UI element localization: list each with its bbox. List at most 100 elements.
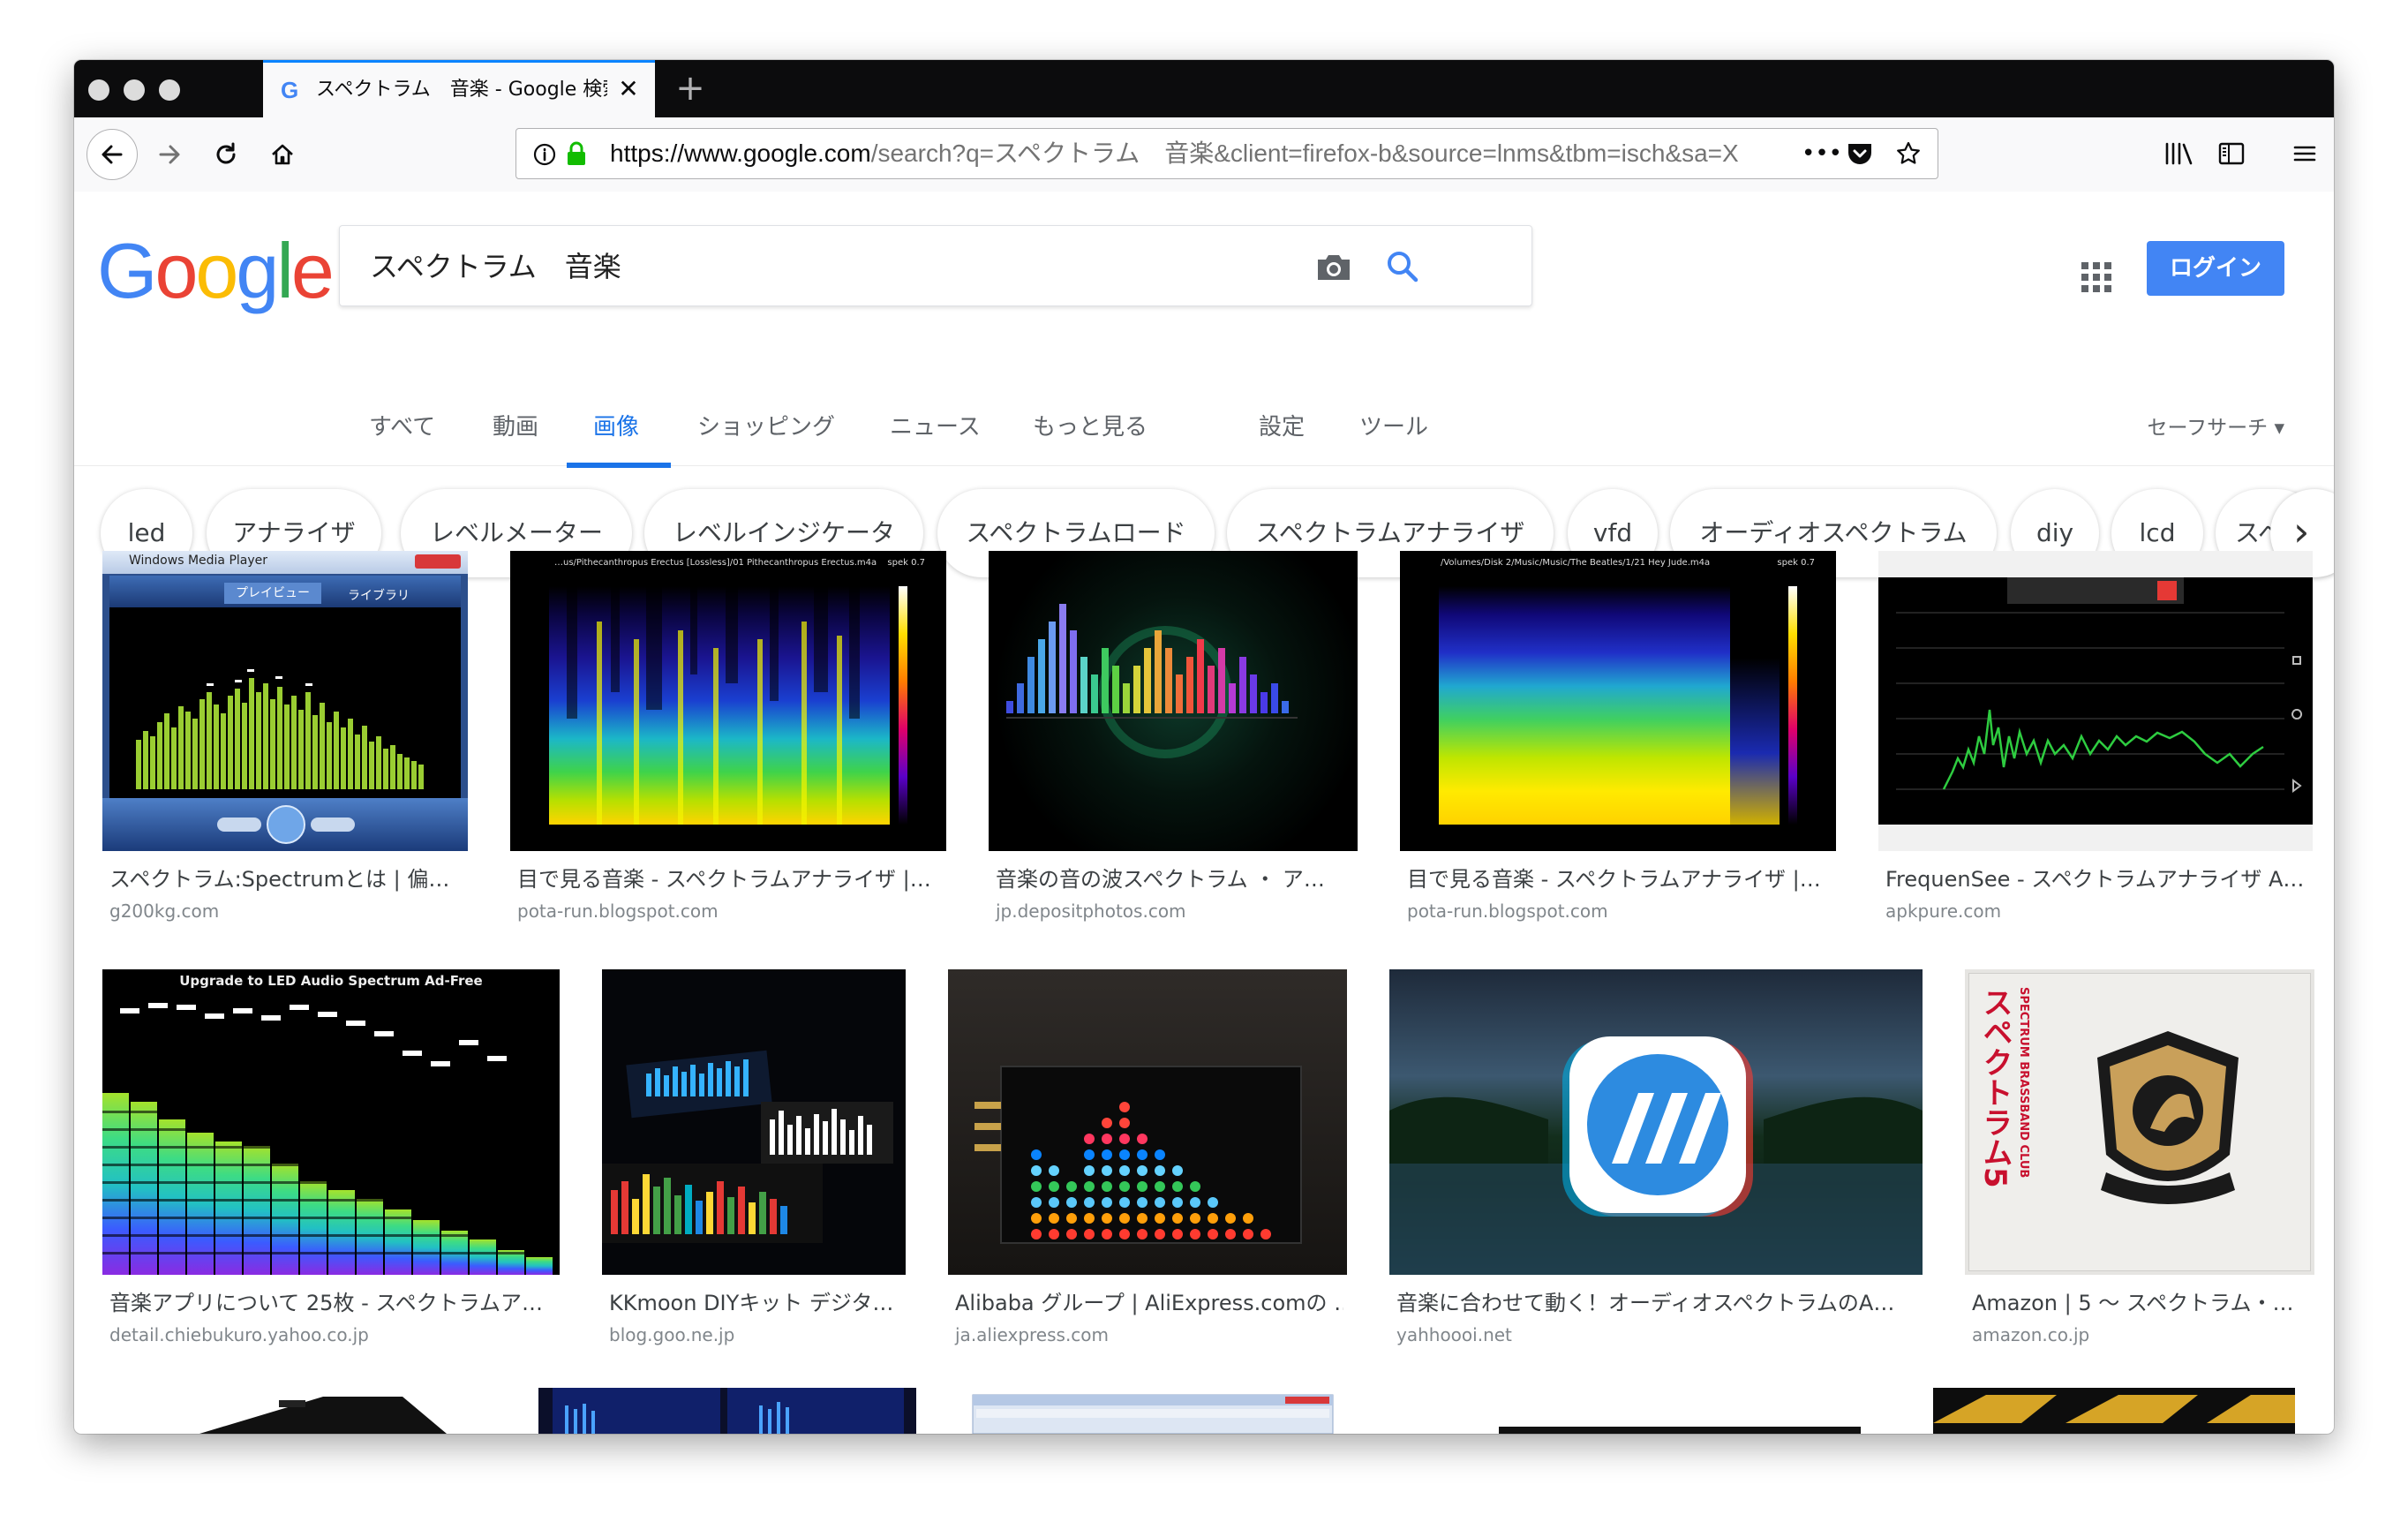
close-window-button[interactable] xyxy=(88,79,109,101)
search-icon[interactable] xyxy=(1385,249,1420,284)
image-result[interactable] xyxy=(538,1388,916,1434)
tab-all[interactable]: すべて xyxy=(369,412,435,442)
result-site[interactable]: jp.depositphotos.com xyxy=(996,899,1186,923)
image-result[interactable]: …us/Pithecanthropus Erectus [Lossless]/0… xyxy=(510,551,946,939)
result-site[interactable]: yahhoooi.net xyxy=(1396,1322,1512,1347)
result-thumbnail[interactable] xyxy=(1485,1388,1875,1434)
result-thumbnail[interactable] xyxy=(102,1388,496,1434)
result-title[interactable]: 音楽に合わせて動く！オーディオスペクトラムのA… xyxy=(1396,1289,1917,1317)
result-title[interactable]: Alibaba グループ | AliExpress.comの … xyxy=(955,1289,1343,1317)
wmp-title: Windows Media Player xyxy=(129,554,268,568)
minimize-window-button[interactable] xyxy=(124,79,145,101)
image-result[interactable]: スペクトラム5 SPECTRUM BRASSBAND CLUB Amazon |… xyxy=(1965,969,2314,1358)
spectrogram xyxy=(549,586,890,825)
search-box[interactable]: スペクトラム 音楽 xyxy=(339,225,1532,306)
result-title[interactable]: 目で見る音楽 - スペクトラムアナライザ |… xyxy=(517,865,941,893)
home-button[interactable] xyxy=(260,132,305,177)
image-result[interactable]: /Volumes/Disk 2/Music/Music/The Beatles/… xyxy=(1400,551,1836,939)
image-result[interactable] xyxy=(102,1388,496,1434)
result-title[interactable]: Amazon | 5 〜 スペクトラム・… xyxy=(1972,1289,2311,1317)
forward-button[interactable] xyxy=(147,132,192,177)
camera-search-icon[interactable] xyxy=(1314,249,1353,284)
result-site[interactable]: ja.aliexpress.com xyxy=(955,1322,1109,1347)
image-result[interactable]: FrequenSee - スペクトラムアナライザ A… apkpure.com xyxy=(1878,551,2313,939)
home-icon xyxy=(272,144,293,165)
tab-more[interactable]: もっと見る xyxy=(1033,412,1148,442)
result-site[interactable]: g200kg.com xyxy=(109,899,219,923)
info-icon[interactable] xyxy=(532,142,557,167)
result-thumbnail[interactable]: …us/Pithecanthropus Erectus [Lossless]/0… xyxy=(510,551,946,851)
result-thumbnail[interactable] xyxy=(602,969,906,1275)
result-title[interactable]: KKmoon DIYキット デジタ… xyxy=(609,1289,900,1317)
image-result[interactable] xyxy=(1933,1388,2295,1434)
browser-tab[interactable]: G スペクトラム 音楽 - Google 検索 ✕ xyxy=(263,60,655,117)
result-thumbnail[interactable]: Upgrade to LED Audio Spectrum Ad-Free xyxy=(102,969,560,1275)
result-thumbnail[interactable] xyxy=(989,551,1358,851)
login-button[interactable]: ログイン xyxy=(2147,241,2284,296)
result-thumbnail[interactable] xyxy=(1878,551,2313,851)
result-thumbnail[interactable]: Windows Media Player プレイビュー ライブラリ xyxy=(102,551,468,851)
image-result[interactable] xyxy=(1485,1388,1875,1434)
tab-close-icon[interactable]: ✕ xyxy=(614,75,643,103)
spek-filename: /Volumes/Disk 2/Music/Music/The Beatles/… xyxy=(1441,558,1711,568)
library-icon[interactable] xyxy=(2164,140,2194,167)
result-thumbnail[interactable]: スペクトラム5 SPECTRUM BRASSBAND CLUB xyxy=(1965,969,2314,1275)
image-result[interactable]: Windows Media Player プレイビュー ライブラリ スペクトラム… xyxy=(102,551,468,939)
reload-button[interactable] xyxy=(203,132,249,177)
result-thumbnail[interactable] xyxy=(1389,969,1923,1275)
back-button[interactable] xyxy=(87,129,138,180)
wmp-toolbar: プレイビュー ライブラリ xyxy=(109,576,461,607)
tab-shopping[interactable]: ショッピング xyxy=(697,412,835,442)
image-result[interactable]: Alibaba グループ | AliExpress.comの … ja.alie… xyxy=(948,969,1347,1358)
tab-settings[interactable]: 設定 xyxy=(1259,412,1305,442)
wmp-close-icon xyxy=(415,554,461,569)
arrow-left-icon xyxy=(102,145,123,164)
tab-strip: G スペクトラム 音楽 - Google 検索 ✕ + xyxy=(74,60,2334,117)
image-result[interactable] xyxy=(959,1388,1347,1434)
result-title[interactable]: FrequenSee - スペクトラムアナライザ A… xyxy=(1885,865,2309,893)
result-thumbnail[interactable] xyxy=(948,969,1347,1275)
result-title[interactable]: 音楽アプリについて 25枚 - スペクトラムア… xyxy=(109,1289,551,1317)
bookmark-star-icon[interactable] xyxy=(1895,140,1922,167)
search-input[interactable]: スペクトラム 音楽 xyxy=(370,249,621,284)
tab-news[interactable]: ニュース xyxy=(890,412,981,442)
url-bar[interactable]: https://www.google.com/search?q=スペクトラム 音… xyxy=(515,128,1938,179)
result-title[interactable]: 音楽の音の波スペクトラム ・ ア… xyxy=(996,865,1349,893)
result-site[interactable]: pota-run.blogspot.com xyxy=(517,899,719,923)
result-site[interactable]: detail.chiebukuro.yahoo.co.jp xyxy=(109,1322,369,1347)
result-thumbnail[interactable] xyxy=(538,1388,916,1434)
result-site[interactable]: amazon.co.jp xyxy=(1972,1322,2089,1347)
image-result[interactable]: 音楽に合わせて動く！オーディオスペクトラムのA… yahhoooi.net xyxy=(1389,969,1923,1358)
result-thumbnail[interactable]: /Volumes/Disk 2/Music/Music/The Beatles/… xyxy=(1400,551,1836,851)
secure-lock-icon[interactable] xyxy=(564,140,589,167)
image-result[interactable]: KKmoon DIYキット デジタ… blog.goo.ne.jp xyxy=(602,969,906,1358)
image-result[interactable]: Upgrade to LED Audio Spectrum Ad-Free 音楽… xyxy=(102,969,560,1358)
result-thumbnail[interactable] xyxy=(959,1388,1347,1434)
result-title[interactable]: スペクトラム:Spectrumとは | 偏… xyxy=(109,865,463,893)
color-scale xyxy=(899,586,907,825)
new-tab-plus-icon[interactable]: + xyxy=(671,69,710,108)
tab-tools[interactable]: ツール xyxy=(1359,412,1428,442)
sidebar-icon[interactable] xyxy=(2217,140,2246,167)
safesearch-toggle[interactable]: セーフサーチ ▾ xyxy=(2148,411,2284,441)
google-header: Google スペクトラム 音楽 ログイン すべて 動画 画像 ショッピング ニ… xyxy=(74,192,2334,468)
zoom-window-button[interactable] xyxy=(159,79,180,101)
navigation-toolbar: https://www.google.com/search?q=スペクトラム 音… xyxy=(74,117,2334,192)
tab-title: スペクトラム 音楽 - Google 検索 xyxy=(316,79,607,101)
tab-images[interactable]: 画像 xyxy=(593,412,639,442)
result-site[interactable]: pota-run.blogspot.com xyxy=(1407,899,1608,923)
result-site[interactable]: blog.goo.ne.jp xyxy=(609,1322,734,1347)
hamburger-menu-icon[interactable] xyxy=(2291,140,2318,167)
wmp-tab-playview: プレイビュー xyxy=(224,583,321,604)
google-logo[interactable]: Google xyxy=(97,227,335,315)
tab-videos[interactable]: 動画 xyxy=(493,412,538,442)
result-thumbnail[interactable] xyxy=(1933,1388,2295,1434)
pocket-icon[interactable] xyxy=(1846,140,1874,167)
page-actions-icon[interactable]: ••• xyxy=(1802,136,1842,171)
google-favicon-icon: G xyxy=(281,77,299,103)
image-result[interactable]: 音楽の音の波スペクトラム ・ ア… jp.depositphotos.com xyxy=(989,551,1358,939)
apps-grid-icon[interactable] xyxy=(2081,262,2111,292)
result-title[interactable]: 目で見る音楽 - スペクトラムアナライザ |… xyxy=(1407,865,1831,893)
result-site[interactable]: apkpure.com xyxy=(1885,899,2001,923)
spectrogram xyxy=(1439,586,1780,825)
